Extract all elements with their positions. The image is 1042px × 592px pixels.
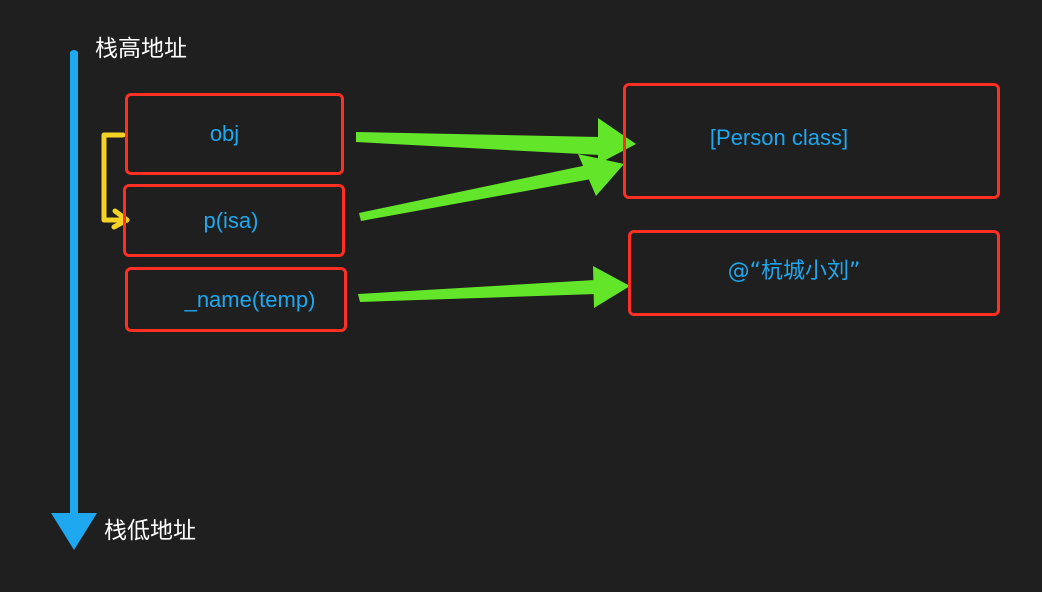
heap-object-label: @“杭城小刘” xyxy=(727,259,861,284)
stack-direction-arrow xyxy=(51,50,97,550)
stack-high-address-label: 栈高地址 xyxy=(95,36,187,62)
pointer-arrow-obj-to-class xyxy=(356,118,636,164)
stack-slot-name: _name(temp) xyxy=(125,267,347,332)
stack-slot-label: p(isa) xyxy=(203,207,259,233)
heap-object-person-class: [Person class] xyxy=(623,83,1000,199)
pointer-arrow-name-to-string xyxy=(358,266,630,308)
heap-object-string: @“杭城小刘” xyxy=(628,230,1000,316)
stack-slot-isa: p(isa) xyxy=(123,184,345,257)
stack-slot-label: _name(temp) xyxy=(184,286,316,312)
pointer-arrow-isa-to-class xyxy=(359,154,624,221)
stack-low-address-label: 栈低地址 xyxy=(104,518,196,544)
stack-slot-obj: obj xyxy=(125,93,344,175)
heap-object-label: [Person class] xyxy=(709,125,849,150)
stack-slot-label: obj xyxy=(209,121,240,146)
